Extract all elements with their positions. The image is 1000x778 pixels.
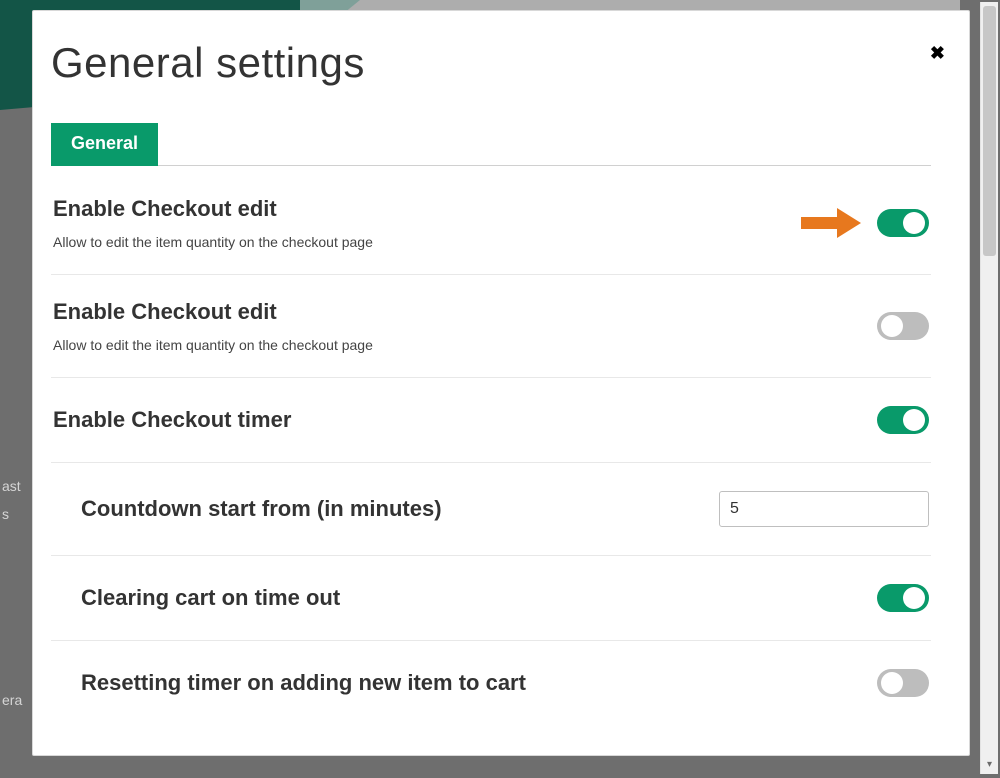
modal-title: General settings [51, 39, 931, 87]
close-button[interactable]: ✖ [930, 43, 945, 64]
scrollbar-thumb[interactable] [983, 6, 996, 256]
setting-description: Allow to edit the item quantity on the c… [53, 337, 857, 353]
tab-bar: General [51, 123, 931, 166]
toggle-enable-checkout-edit[interactable] [877, 209, 929, 237]
setting-description: Allow to edit the item quantity on the c… [53, 234, 779, 250]
settings-modal: General settings ✖ General Enable Checko… [32, 10, 970, 756]
setting-countdown-minutes: Countdown start from (in minutes) [51, 463, 931, 556]
setting-clear-cart-timeout: Clearing cart on time out [51, 556, 931, 641]
setting-reset-timer-on-add: Resetting timer on adding new item to ca… [51, 641, 931, 725]
setting-enable-checkout-timer: Enable Checkout timer [51, 378, 931, 463]
setting-title: Countdown start from (in minutes) [81, 496, 699, 522]
setting-title: Enable Checkout edit [53, 299, 857, 325]
toggle-enable-checkout-edit-2[interactable] [877, 312, 929, 340]
bg-text-fragment: s [2, 506, 9, 522]
setting-title: Enable Checkout edit [53, 196, 779, 222]
page-scrollbar[interactable]: ▴ ▾ [980, 2, 998, 774]
setting-enable-checkout-edit: Enable Checkout edit Allow to edit the i… [51, 172, 931, 275]
scroll-down-icon[interactable]: ▾ [981, 756, 998, 774]
toggle-clear-cart-timeout[interactable] [877, 584, 929, 612]
setting-enable-checkout-edit-2: Enable Checkout edit Allow to edit the i… [51, 275, 931, 378]
setting-title: Resetting timer on adding new item to ca… [81, 670, 857, 696]
highlight-arrow-icon [799, 206, 863, 240]
bg-text-fragment: ast [2, 478, 21, 494]
toggle-enable-checkout-timer[interactable] [877, 406, 929, 434]
tab-general[interactable]: General [51, 123, 158, 166]
setting-title: Enable Checkout timer [53, 407, 857, 433]
settings-list: Enable Checkout edit Allow to edit the i… [51, 172, 931, 725]
setting-title: Clearing cart on time out [81, 585, 857, 611]
toggle-reset-timer-on-add[interactable] [877, 669, 929, 697]
bg-text-fragment: era [2, 692, 22, 708]
input-countdown-minutes[interactable] [719, 491, 929, 527]
